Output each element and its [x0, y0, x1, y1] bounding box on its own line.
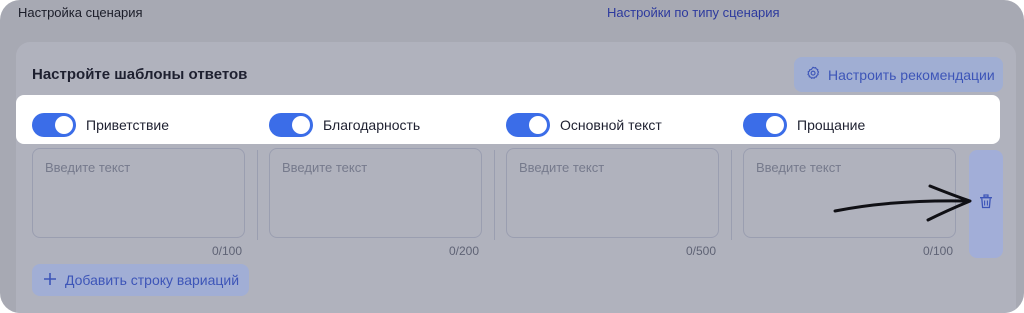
farewell-char-counter: 0/100 — [923, 244, 954, 258]
plus-icon — [43, 272, 57, 289]
greeting-switch[interactable] — [32, 113, 76, 137]
modal-overlay: Настройка сценария Настройки по типу сце… — [0, 0, 1024, 313]
scenario-settings-title: Настройка сценария — [18, 5, 143, 20]
farewell-text-input[interactable]: Введите текст — [743, 148, 956, 238]
scenario-type-settings-link[interactable]: Настройки по типу сценария — [607, 5, 780, 20]
main-text-input[interactable]: Введите текст — [506, 148, 719, 238]
gratitude-text-input[interactable]: Введите текст — [269, 148, 482, 238]
main-text-label: Основной текст — [560, 117, 662, 133]
greeting-label: Приветствие — [86, 117, 169, 133]
gratitude-char-counter: 0/200 — [449, 244, 480, 258]
main-text-switch[interactable] — [506, 113, 550, 137]
farewell-switch[interactable] — [743, 113, 787, 137]
templates-title: Настройте шаблоны ответов — [32, 66, 248, 83]
column-divider — [731, 150, 732, 240]
add-variation-row-label: Добавить строку вариаций — [65, 272, 240, 288]
farewell-label: Прощание — [797, 117, 866, 133]
add-variation-row-button[interactable]: Добавить строку вариаций — [32, 264, 249, 296]
toggle-greeting[interactable]: Приветствие — [32, 113, 169, 137]
toggle-gratitude[interactable]: Благодарность — [269, 113, 420, 137]
main-text-char-counter: 0/500 — [686, 244, 717, 258]
configure-recommendations-button[interactable]: Настроить рекомендации — [794, 57, 1003, 92]
toggle-main-text[interactable]: Основной текст — [506, 113, 662, 137]
trash-icon — [979, 194, 993, 214]
toggle-farewell[interactable]: Прощание — [743, 113, 865, 137]
configure-recommendations-label: Настроить рекомендации — [828, 66, 995, 83]
greeting-char-counter: 0/100 — [212, 244, 243, 258]
gratitude-label: Благодарность — [323, 117, 421, 133]
greeting-text-input[interactable]: Введите текст — [32, 148, 245, 238]
column-divider — [257, 150, 258, 240]
gear-icon — [806, 66, 820, 83]
column-divider — [494, 150, 495, 240]
gratitude-switch[interactable] — [269, 113, 313, 137]
delete-row-button[interactable] — [969, 150, 1003, 258]
